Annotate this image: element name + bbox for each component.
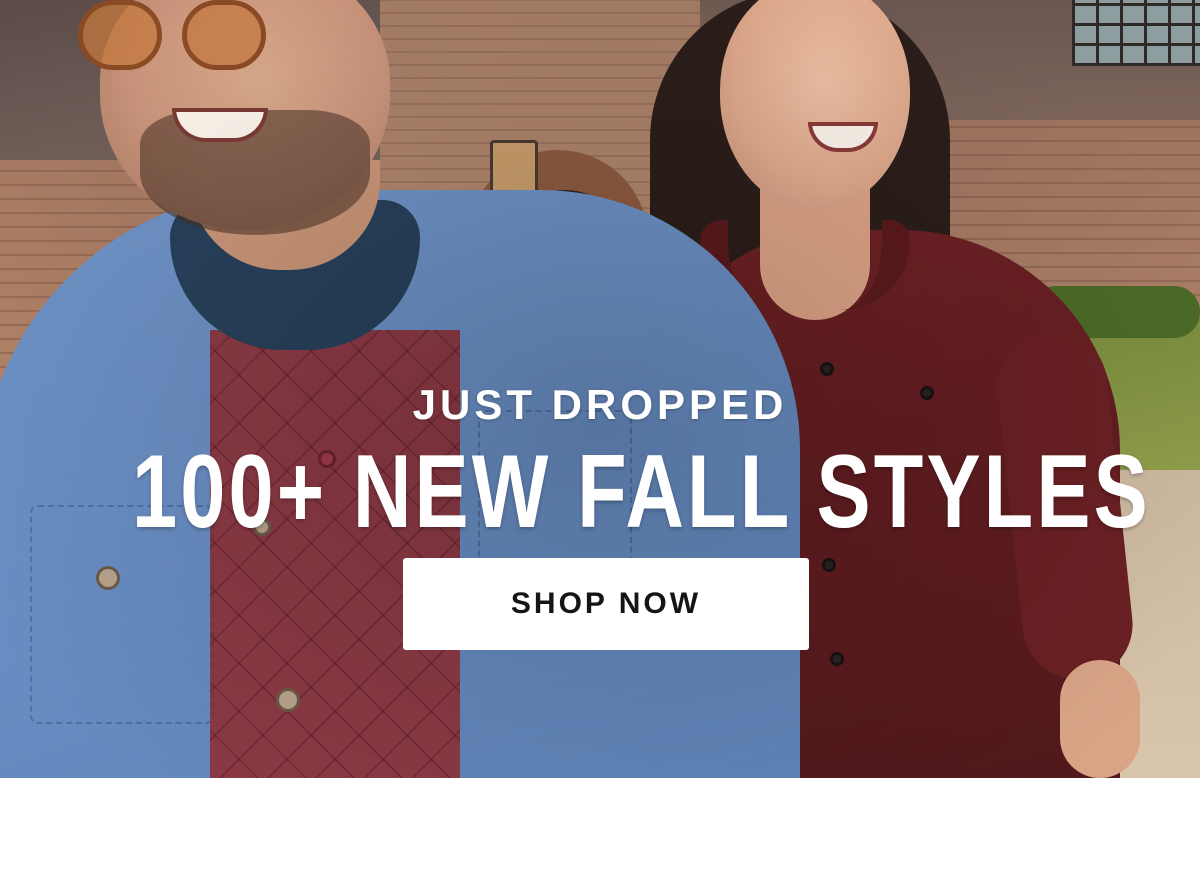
eyebrow-text: JUST DROPPED (412, 381, 788, 428)
shop-now-label: SHOP NOW (510, 587, 702, 620)
hero-banner[interactable]: JUST DROPPED 100+ NEW FALL STYLES SHOP N… (0, 0, 1200, 778)
shop-now-button[interactable]: SHOP NOW (403, 558, 809, 650)
headline: 100+ NEW FALL STYLES (132, 434, 1151, 550)
